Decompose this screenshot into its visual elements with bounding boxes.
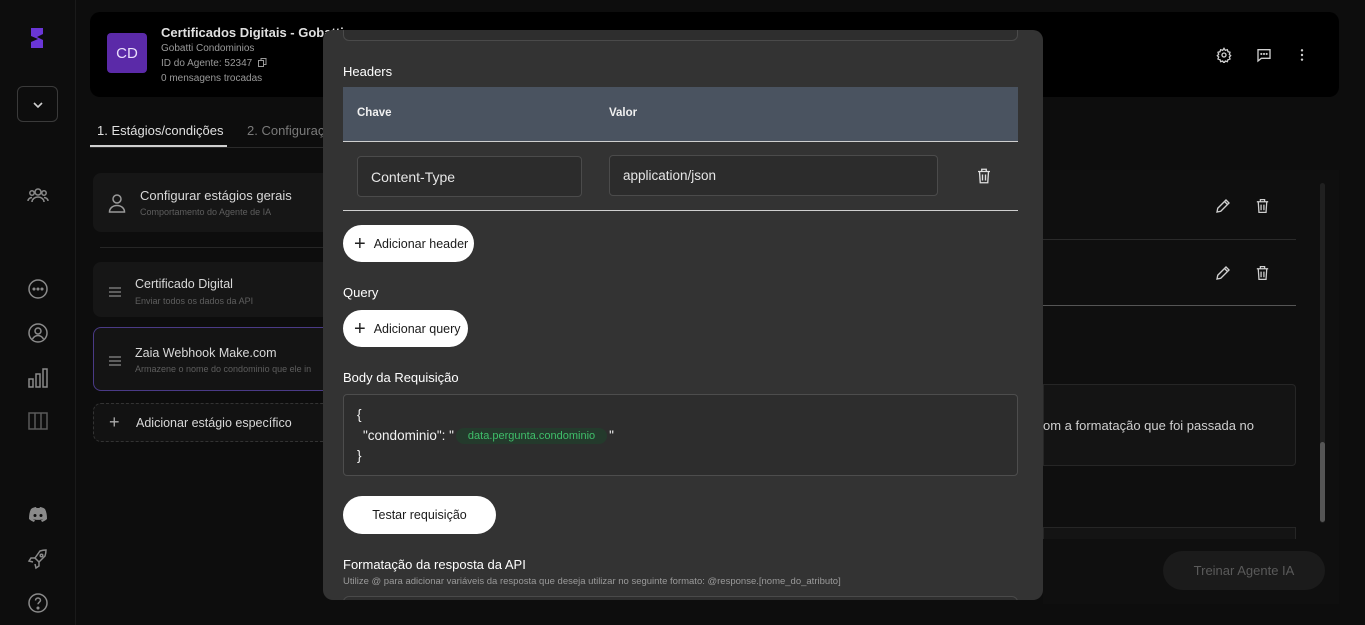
- stage-subtitle: Armazene o nome do condominio que ele in: [135, 364, 312, 374]
- stage-subtitle: Comportamento do Agente de IA: [140, 207, 272, 217]
- stage-webhook[interactable]: Zaia Webhook Make.com Armazene o nome do…: [93, 327, 333, 391]
- plus-icon: +: [109, 412, 120, 432]
- next-textbox[interactable]: [1043, 527, 1296, 539]
- columns-icon[interactable]: [26, 409, 50, 433]
- variable-tag[interactable]: data.pergunta.condominio: [455, 428, 608, 444]
- train-agent-button[interactable]: Treinar Agente IA: [1163, 551, 1325, 590]
- edit-pencil-icon[interactable]: [1214, 264, 1232, 282]
- request-body-editor[interactable]: { "condominio": " data.pergunta.condomini…: [343, 394, 1018, 476]
- test-request-button[interactable]: Testar requisição: [343, 496, 496, 534]
- body-label: Body da Requisição: [343, 370, 459, 385]
- plus-icon: +: [354, 317, 366, 340]
- tab-stages[interactable]: 1. Estágios/condições: [97, 123, 223, 138]
- body-line-key: "condominio": " data.pergunta.condominio ": [363, 428, 614, 444]
- tab-config[interactable]: 2. Configuraç: [247, 123, 324, 138]
- user-icon: [108, 194, 126, 213]
- api-request-modal: Headers Chave Valor Content-Type applica…: [323, 30, 1043, 600]
- drag-handle-icon[interactable]: [109, 287, 121, 297]
- agent-messages-count: 0 mensagens trocadas: [161, 73, 263, 84]
- stage-subtitle: Enviar todos os dados da API: [135, 296, 254, 306]
- add-stage-label: Adicionar estágio específico: [136, 416, 292, 430]
- add-query-button[interactable]: + Adicionar query: [343, 310, 468, 347]
- add-header-button[interactable]: + Adicionar header: [343, 225, 474, 262]
- app-logo-icon[interactable]: [28, 26, 48, 50]
- add-header-label: Adicionar header: [373, 236, 469, 251]
- delete-header-icon[interactable]: [975, 167, 993, 185]
- format-label: Formatação da resposta da API: [343, 557, 526, 572]
- users-icon[interactable]: [26, 183, 50, 207]
- message-icon[interactable]: [1256, 47, 1272, 63]
- row-divider: [1043, 239, 1296, 240]
- left-nav-rail: [0, 0, 76, 625]
- header-value-input[interactable]: application/json: [609, 155, 938, 196]
- plus-icon: +: [354, 232, 366, 255]
- trash-icon[interactable]: [1254, 197, 1271, 215]
- drag-handle-icon[interactable]: [109, 356, 121, 366]
- stage-title: Configurar estágios gerais: [140, 188, 292, 203]
- table-divider: [343, 210, 1018, 211]
- chevron-down-icon: [33, 102, 43, 109]
- trash-icon[interactable]: [1254, 264, 1271, 282]
- stage-certificado[interactable]: Certificado Digital Enviar todos os dado…: [93, 262, 333, 317]
- headers-label: Headers: [343, 64, 393, 79]
- help-icon[interactable]: [26, 591, 50, 615]
- user-circle-icon[interactable]: [26, 321, 50, 345]
- more-vertical-icon[interactable]: [1294, 47, 1310, 63]
- body-line-close: }: [357, 448, 362, 463]
- format-hint: Utilize @ para adicionar variáveis da re…: [343, 576, 841, 587]
- edit-pencil-icon[interactable]: [1214, 197, 1232, 215]
- col-value-header: Valor: [609, 107, 638, 119]
- rocket-icon[interactable]: [26, 547, 50, 571]
- scrollbar-thumb[interactable]: [1320, 442, 1325, 522]
- discord-icon[interactable]: [26, 503, 50, 527]
- body-line-open: {: [357, 407, 362, 422]
- chat-icon[interactable]: [26, 277, 50, 301]
- query-label: Query: [343, 285, 379, 300]
- add-query-label: Adicionar query: [373, 321, 461, 336]
- col-key-header: Chave: [357, 107, 392, 119]
- header-key-input[interactable]: Content-Type: [357, 156, 582, 197]
- tabs-divider: [90, 147, 330, 148]
- table-divider: [343, 141, 1018, 142]
- workspace-dropdown-button[interactable]: [17, 86, 58, 122]
- settings-gear-icon[interactable]: [1216, 47, 1232, 63]
- stage-general[interactable]: Configurar estágios gerais Comportamento…: [93, 173, 333, 232]
- format-field[interactable]: [343, 596, 1018, 600]
- bar-chart-icon[interactable]: [26, 366, 50, 390]
- agent-title: Certificados Digitais - Gobatti: [161, 25, 344, 40]
- agent-id: ID do Agente: 52347: [161, 58, 267, 69]
- copy-icon[interactable]: [257, 58, 267, 67]
- active-tab-indicator: [90, 145, 227, 147]
- url-field[interactable]: [343, 30, 1018, 41]
- headers-table-head: Chave Valor: [343, 87, 1018, 142]
- agent-company: Gobatti Condominios: [161, 43, 255, 54]
- stage-title: Zaia Webhook Make.com: [135, 346, 277, 360]
- add-stage-button[interactable]: + Adicionar estágio específico: [93, 403, 333, 442]
- row-divider: [1043, 305, 1296, 306]
- instructions-text: om a formatação que foi passada no: [1043, 418, 1255, 433]
- agent-avatar: CD: [107, 33, 147, 73]
- stage-title: Certificado Digital: [135, 277, 233, 291]
- stages-divider: [100, 247, 330, 248]
